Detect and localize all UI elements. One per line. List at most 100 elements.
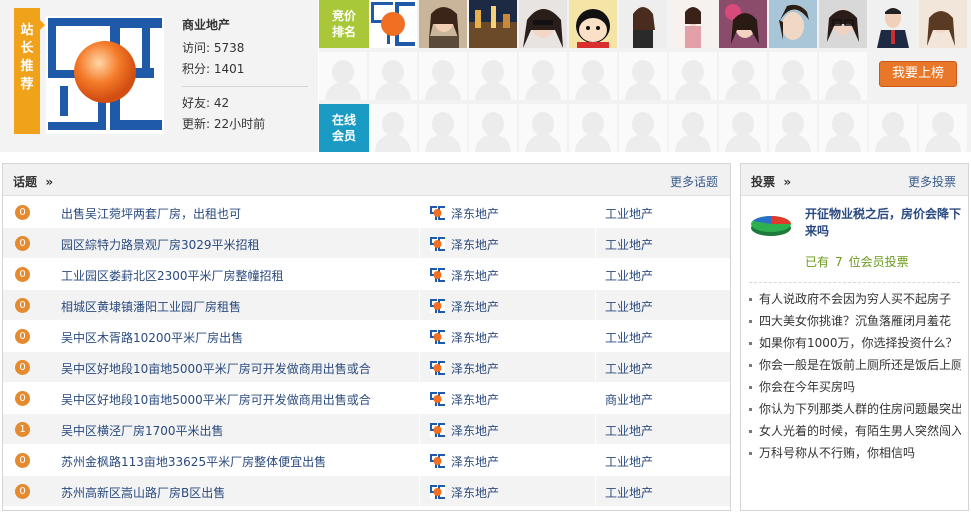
featured-tag: 站 长 推 荐 bbox=[14, 8, 40, 134]
poll-item-link[interactable]: 四大美女你挑谁？沉鱼落雁闭月羞花 bbox=[749, 311, 961, 331]
reply-count-badge: 0 bbox=[15, 453, 30, 468]
topic-category-link[interactable]: 工业地产 bbox=[605, 329, 653, 346]
placeholder-avatar bbox=[619, 52, 667, 100]
reply-count-badge: 1 bbox=[15, 422, 30, 437]
topics-box: 话题 » 更多话题 0 出售吴江菀坪两套厂房，出租也可 泽东地产 工业地产 0 园区綜特力… bbox=[2, 163, 731, 511]
topic-title-link[interactable]: 园区綜特力路景观厂房3029平米招租 bbox=[61, 236, 260, 253]
topic-author-link[interactable]: 泽东地产 bbox=[451, 329, 499, 346]
topic-title-link[interactable]: 吴中区好地段10亩地5000平米厂房可开发做商用出售或合 bbox=[61, 391, 371, 408]
author-avatar-icon[interactable] bbox=[430, 268, 445, 282]
points-stat: 积分: 1401 bbox=[182, 62, 245, 76]
topic-title-link[interactable]: 苏州金枫路113亩地33625平米厂房整体便宜出售 bbox=[61, 453, 326, 470]
info-divider bbox=[182, 86, 308, 87]
topic-category-link[interactable]: 工业地产 bbox=[605, 267, 653, 284]
poll-item-link[interactable]: 有人说政府不会因为穷人买不起房子 bbox=[749, 289, 961, 309]
topic-title-link[interactable]: 吴中区木胥路10200平米厂房出售 bbox=[61, 329, 243, 346]
topic-title-link[interactable]: 苏州高新区嵩山路厂房B区出售 bbox=[61, 484, 225, 501]
bullet-icon bbox=[749, 386, 752, 389]
topic-author-link[interactable]: 泽东地产 bbox=[451, 422, 499, 439]
author-avatar-icon[interactable] bbox=[430, 485, 445, 499]
poll-item-link[interactable]: 万科号称从不行贿，你相信吗 bbox=[749, 443, 961, 463]
poll-item-link[interactable]: 女人光着的时候，有陌生男人突然闯入 bbox=[749, 421, 961, 441]
reply-count-badge: 0 bbox=[15, 484, 30, 499]
topic-author-link[interactable]: 泽东地产 bbox=[451, 360, 499, 377]
votes-box: 投票 » 更多投票 开征物业税之后，房价会降下来吗 已有 7 位会员投票 有人说政府… bbox=[740, 163, 969, 511]
topic-row: 0 苏州高新区嵩山路厂房B区出售 泽东地产 工业地产 bbox=[3, 476, 730, 507]
reply-count-badge: 0 bbox=[15, 298, 30, 313]
ranked-member-avatar[interactable] bbox=[419, 0, 467, 48]
ranked-member-avatar[interactable] bbox=[819, 0, 867, 48]
more-votes-link[interactable]: 更多投票 bbox=[908, 173, 956, 190]
topic-title-link[interactable]: 吴中区横泾厂房1700平米出售 bbox=[61, 422, 224, 439]
topic-title-link[interactable]: 相城区黄埭镇潘阳工业园厂房租售 bbox=[61, 298, 241, 315]
author-avatar-icon[interactable] bbox=[430, 454, 445, 468]
topic-row: 0 苏州金枫路113亩地33625平米厂房整体便宜出售 泽东地产 工业地产 bbox=[3, 445, 730, 476]
topic-title-link[interactable]: 吴中区好地段10亩地5000平米厂房可开发做商用出售或合 bbox=[61, 360, 371, 377]
poll-item-link[interactable]: 你会一般是在饭前上厕所还是饭后上厕所 bbox=[749, 355, 961, 375]
more-topics-link[interactable]: 更多话题 bbox=[670, 173, 718, 190]
topic-category-link[interactable]: 工业地产 bbox=[605, 484, 653, 501]
author-avatar-icon[interactable] bbox=[430, 299, 445, 313]
poll-item-link[interactable]: 你会在今年买房吗 bbox=[749, 377, 961, 397]
topic-row: 0 相城区黄埭镇潘阳工业园厂房租售 泽东地产 工业地产 bbox=[3, 290, 730, 321]
topic-category-link[interactable]: 商业地产 bbox=[605, 391, 653, 408]
topic-author-link[interactable]: 泽东地产 bbox=[451, 453, 499, 470]
topic-author-link[interactable]: 泽东地产 bbox=[451, 298, 499, 315]
author-avatar-icon[interactable] bbox=[430, 423, 445, 437]
topic-author-link[interactable]: 泽东地产 bbox=[451, 236, 499, 253]
online-member-avatar bbox=[669, 104, 717, 152]
author-avatar-icon[interactable] bbox=[430, 392, 445, 406]
topic-author-link[interactable]: 泽东地产 bbox=[451, 205, 499, 222]
featured-username[interactable]: 商业地产 bbox=[182, 16, 312, 36]
online-member-avatar bbox=[769, 104, 817, 152]
bullet-icon bbox=[749, 364, 752, 367]
reply-count-badge: 0 bbox=[15, 329, 30, 344]
poll-item-link[interactable]: 你认为下列那类人群的住房问题最突出 bbox=[749, 399, 961, 419]
bullet-icon bbox=[749, 320, 752, 323]
topic-category-link[interactable]: 工业地产 bbox=[605, 453, 653, 470]
ranked-member-avatar[interactable] bbox=[569, 0, 617, 48]
reply-count-badge: 0 bbox=[15, 236, 30, 251]
author-avatar-icon[interactable] bbox=[430, 330, 445, 344]
updated-stat: 更新: 22小时前 bbox=[182, 117, 266, 131]
topic-author-link[interactable]: 泽东地产 bbox=[451, 267, 499, 284]
topic-title-link[interactable]: 工业园区娄葑北区2300平米厂房整幢招租 bbox=[61, 267, 284, 284]
topic-category-link[interactable]: 工业地产 bbox=[605, 360, 653, 377]
featured-poll-title[interactable]: 开征物业税之后，房价会降下来吗 bbox=[805, 206, 961, 240]
topic-author-link[interactable]: 泽东地产 bbox=[451, 484, 499, 501]
topic-row: 0 吴中区好地段10亩地5000平米厂房可开发做商用出售或合 泽东地产 商业地产 bbox=[3, 383, 730, 414]
online-member-avatar bbox=[919, 104, 967, 152]
votes-header: 投票 » 更多投票 bbox=[741, 164, 968, 196]
friends-stat: 好友: 42 bbox=[182, 96, 230, 110]
bullet-icon bbox=[749, 452, 752, 455]
featured-avatar[interactable] bbox=[46, 16, 164, 134]
ranked-member-avatar[interactable] bbox=[619, 0, 667, 48]
topic-title-link[interactable]: 出售吴江菀坪两套厂房，出租也可 bbox=[61, 205, 241, 222]
topic-category-link[interactable]: 工业地产 bbox=[605, 205, 653, 222]
topic-row: 1 吴中区横泾厂房1700平米出售 泽东地产 工业地产 bbox=[3, 414, 730, 445]
topic-author-link[interactable]: 泽东地产 bbox=[451, 391, 499, 408]
bullet-icon bbox=[749, 298, 752, 301]
reply-count-badge: 0 bbox=[15, 391, 30, 406]
ranking-panel: 竞价 排名 在线 会员 我要上榜 bbox=[319, 0, 971, 152]
author-avatar-icon[interactable] bbox=[430, 237, 445, 251]
ranked-member-avatar[interactable] bbox=[519, 0, 567, 48]
author-avatar-icon[interactable] bbox=[430, 206, 445, 220]
ranked-member-avatar[interactable] bbox=[669, 0, 717, 48]
join-ranking-button[interactable]: 我要上榜 bbox=[879, 61, 957, 87]
online-member-avatar bbox=[519, 104, 567, 152]
ranked-member-avatar[interactable] bbox=[469, 0, 517, 48]
ranked-member-avatar[interactable] bbox=[919, 0, 967, 48]
topic-category-link[interactable]: 工业地产 bbox=[605, 422, 653, 439]
poll-item-link[interactable]: 如果你有1000万，你选择投资什么？ bbox=[749, 333, 961, 353]
visits-stat: 访问: 5738 bbox=[182, 41, 245, 55]
ranked-member-avatar[interactable] bbox=[719, 0, 767, 48]
ranked-member-avatar[interactable] bbox=[869, 0, 917, 48]
ranked-member-avatar[interactable] bbox=[769, 0, 817, 48]
placeholder-avatar bbox=[769, 52, 817, 100]
author-avatar-icon[interactable] bbox=[430, 361, 445, 375]
topic-category-link[interactable]: 工业地产 bbox=[605, 298, 653, 315]
ranked-member-avatar[interactable] bbox=[369, 0, 417, 48]
topic-category-link[interactable]: 工业地产 bbox=[605, 236, 653, 253]
online-member-avatar bbox=[819, 104, 867, 152]
